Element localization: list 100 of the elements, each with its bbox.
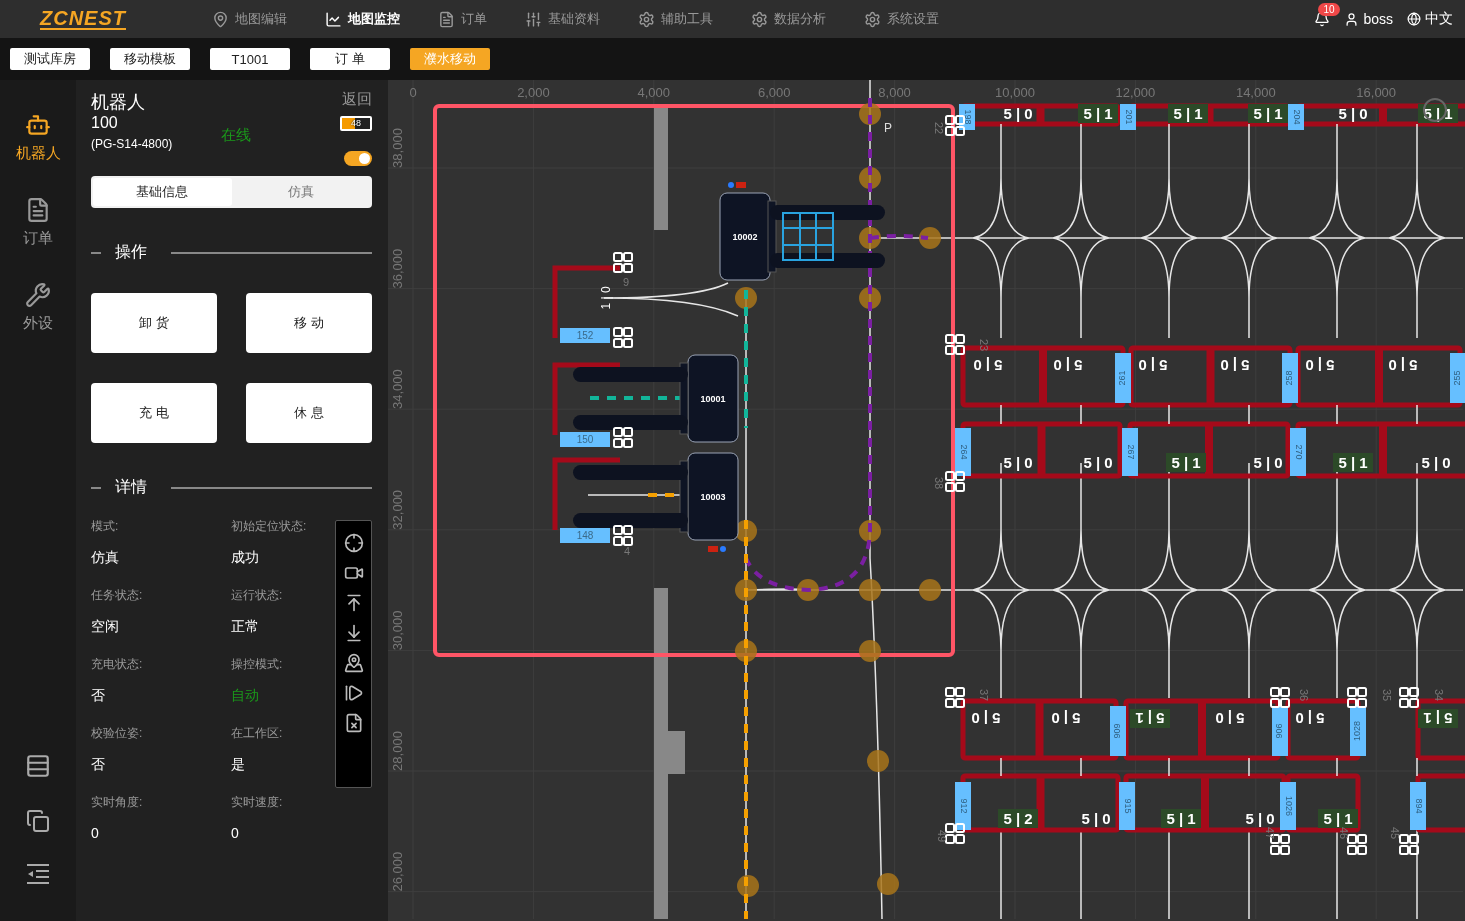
waypoint-marker[interactable] — [737, 875, 759, 897]
forklift-robot[interactable] — [573, 354, 739, 443]
map-canvas[interactable] — [388, 80, 1465, 921]
station-tag — [560, 528, 610, 543]
slot-count-label: 5 | 0 — [1305, 357, 1335, 374]
waypoint-marker[interactable] — [859, 287, 881, 309]
settings-icon — [751, 10, 768, 28]
forklift-robot[interactable] — [719, 192, 885, 281]
qr-marker-icon — [945, 471, 965, 492]
circle-icon[interactable] — [1423, 98, 1447, 122]
wrench-icon — [25, 282, 51, 308]
map-pin-icon — [212, 10, 229, 28]
node-number: 47 — [1264, 826, 1276, 840]
y-axis-tick: 36,000 — [390, 248, 405, 289]
field-value: 否 — [91, 756, 106, 774]
robot-id-label: 10003 — [700, 492, 726, 502]
document-icon — [438, 10, 455, 28]
forklift-robot[interactable] — [573, 452, 739, 541]
shelf-tag — [1410, 782, 1426, 830]
field-label: 操控模式: — [231, 656, 284, 673]
shelf-tag — [1450, 353, 1465, 403]
panel-tab[interactable]: 仿真 — [231, 178, 370, 206]
nav-item[interactable]: 系统设置 — [864, 10, 939, 28]
shelf-tag — [1115, 353, 1131, 403]
bell-icon[interactable] — [1314, 11, 1331, 27]
step-icon[interactable] — [343, 683, 364, 703]
field-value: 0 — [231, 825, 240, 841]
section-title: 详情 — [115, 477, 147, 497]
waypoint-marker[interactable] — [859, 640, 881, 662]
slot-count-label: 5 | 0 — [1295, 710, 1325, 727]
x-axis-tick: 16,000 — [1356, 85, 1397, 100]
field-label: 充电状态: — [91, 656, 144, 673]
field-label: 实时角度: — [91, 794, 144, 811]
indent-icon[interactable] — [25, 863, 51, 885]
open-tab[interactable]: 测试库房 — [10, 48, 90, 70]
field-value: 空闲 — [91, 618, 120, 636]
shelf-tag-label: 261 — [1117, 370, 1128, 386]
field-label: 在工作区: — [231, 725, 284, 742]
signal-icon — [728, 182, 746, 188]
waypoint-marker[interactable] — [735, 287, 757, 309]
operation-button[interactable]: 充 电 — [91, 383, 217, 443]
shelf-tag-label: 1028 — [1352, 721, 1363, 741]
nav-item[interactable]: 地图编辑 — [212, 10, 287, 28]
slot-count-label: 5 | 0 — [1003, 105, 1033, 122]
sidebar-item[interactable]: 机器人 — [15, 112, 61, 163]
nav-item[interactable]: 订单 — [438, 10, 487, 28]
waypoint-marker[interactable] — [859, 103, 881, 125]
shelf-tag — [1288, 104, 1304, 130]
back-link[interactable]: 返回 — [342, 90, 372, 114]
globe-icon[interactable] — [1407, 12, 1421, 26]
nav-item[interactable]: 辅助工具 — [638, 10, 713, 28]
waypoint-marker[interactable] — [877, 873, 899, 895]
section-title: 操作 — [115, 242, 147, 262]
copy-icon[interactable] — [26, 809, 50, 833]
open-tab[interactable]: T1001 — [210, 48, 290, 70]
sidebar-item[interactable]: 外设 — [23, 282, 53, 333]
y-axis-tick: 38,000 — [390, 128, 405, 168]
location-icon[interactable] — [343, 653, 364, 673]
shelf-tag-label: 912 — [958, 798, 969, 814]
operation-button[interactable]: 休 息 — [246, 383, 372, 443]
slot-count-label: 5 | 1 — [1166, 453, 1206, 472]
open-tab[interactable]: 订 单 — [310, 48, 390, 70]
settings-icon — [864, 10, 881, 28]
nav-item[interactable]: 数据分析 — [751, 10, 826, 28]
field-label: 校验位姿: — [91, 725, 144, 742]
field-value: 0 — [91, 825, 100, 841]
waypoint-marker[interactable] — [867, 750, 889, 772]
waypoint-marker[interactable] — [797, 579, 819, 601]
shelf-tag — [1119, 782, 1135, 830]
qr-marker-icon — [613, 427, 633, 448]
waypoint-marker[interactable] — [919, 227, 941, 249]
panel-tab[interactable]: 基础信息 — [93, 178, 232, 206]
nav-item[interactable]: 地图监控 — [325, 10, 400, 28]
panel-title: 机器人 — [91, 91, 145, 114]
waypoint-marker[interactable] — [859, 167, 881, 189]
sidebar-item[interactable]: 订单 — [23, 197, 53, 248]
waypoint-marker[interactable] — [735, 579, 757, 601]
field-label: 模式: — [91, 518, 120, 535]
y-axis-tick: 32,000 — [390, 489, 405, 530]
slot-count-label: 5 | 0 — [971, 710, 1001, 727]
operation-button[interactable]: 卸 货 — [91, 293, 217, 353]
enable-toggle[interactable] — [344, 151, 372, 166]
waypoint-marker[interactable] — [735, 640, 757, 662]
waypoint-marker[interactable] — [859, 579, 881, 601]
waypoint-marker[interactable] — [919, 579, 941, 601]
settings-icon — [638, 10, 655, 28]
rows-icon[interactable] — [25, 753, 51, 779]
x-axis-tick: 8,000 — [878, 85, 911, 100]
waypoint-marker[interactable] — [859, 520, 881, 542]
waypoint-marker[interactable] — [859, 227, 881, 249]
operation-button[interactable]: 移 动 — [246, 293, 372, 353]
signal-icon — [708, 546, 726, 552]
node-number: 45 — [1389, 826, 1401, 840]
shelf-tag-label: 915 — [1122, 798, 1133, 814]
open-tab[interactable]: 移动模板 — [110, 48, 190, 70]
language-label[interactable]: 中文 — [1425, 10, 1453, 28]
nav-item[interactable]: 基础资料 — [525, 10, 600, 28]
shelf-tag-label: 267 — [1125, 444, 1136, 460]
user-menu[interactable]: boss — [1344, 11, 1393, 27]
crosshair-icon[interactable] — [343, 533, 364, 553]
